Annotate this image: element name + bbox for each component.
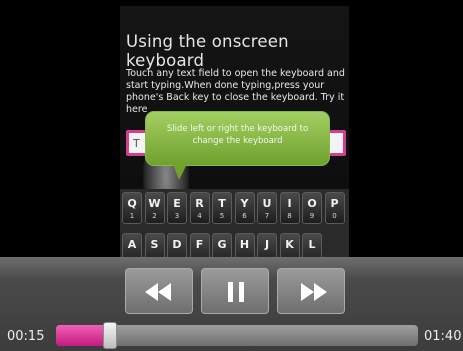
fast-forward-button[interactable] xyxy=(277,268,345,314)
key-number: 0 xyxy=(332,212,337,220)
video-player: Using the onscreen keyboard Touch any te… xyxy=(0,0,463,351)
key-number: 4 xyxy=(197,212,202,220)
key-letter: L xyxy=(308,238,316,251)
key-letter: F xyxy=(195,238,204,251)
rewind-icon xyxy=(145,283,171,301)
key-letter: H xyxy=(239,238,250,251)
key-letter: D xyxy=(172,238,182,251)
key-letter: I xyxy=(287,197,292,210)
key-t: T5 xyxy=(212,192,232,224)
key-number: 3 xyxy=(174,212,180,220)
key-y: Y6 xyxy=(234,192,255,224)
key-number: 6 xyxy=(242,212,247,220)
pause-icon xyxy=(228,282,244,302)
key-q: Q1 xyxy=(122,192,142,224)
key-u: U7 xyxy=(257,192,277,224)
key-letter: J xyxy=(264,238,270,251)
key-number: 5 xyxy=(219,212,225,220)
key-number: 7 xyxy=(264,212,270,220)
text-field-hint: T xyxy=(133,137,140,150)
video-title: Using the onscreen keyboard xyxy=(126,32,289,70)
seek-bar-thumb[interactable] xyxy=(103,322,117,349)
callout-text: Slide left or right the keyboard to chan… xyxy=(166,124,309,146)
seek-bar-progress xyxy=(56,325,110,346)
callout-bubble: Slide left or right the keyboard to chan… xyxy=(145,111,330,166)
key-i: I8 xyxy=(279,192,300,224)
fast-forward-icon xyxy=(301,283,327,301)
playback-controls: 00:15 01:40 xyxy=(0,257,463,351)
key-number: 2 xyxy=(152,212,157,220)
key-number: 8 xyxy=(287,212,292,220)
key-letter: E xyxy=(173,197,181,210)
seek-bar[interactable] xyxy=(56,322,418,349)
key-letter: K xyxy=(285,238,294,251)
key-letter: G xyxy=(217,238,227,251)
total-time: 01:40 xyxy=(424,329,462,344)
key-letter: R xyxy=(195,197,204,210)
key-letter: U xyxy=(262,197,272,210)
key-letter: W xyxy=(148,197,161,210)
key-letter: Q xyxy=(127,197,137,210)
key-number: 9 xyxy=(309,212,315,220)
key-e: E3 xyxy=(167,192,187,224)
key-letter: S xyxy=(150,238,159,251)
key-o: O9 xyxy=(302,192,322,224)
video-instructions: Touch any text field to open the keyboar… xyxy=(126,68,345,115)
key-letter: O xyxy=(307,197,317,210)
callout-tail xyxy=(173,164,187,180)
key-w: W2 xyxy=(144,192,165,224)
rewind-button[interactable] xyxy=(125,268,193,314)
key-letter: T xyxy=(218,197,226,210)
key-letter: P xyxy=(330,197,339,210)
keyboard-row-1: Q1W2E3R4T5Y6U7I8O9P0 xyxy=(122,192,347,224)
current-time: 00:15 xyxy=(7,329,45,344)
key-p: P0 xyxy=(324,192,345,224)
key-r: R4 xyxy=(189,192,210,224)
key-number: 1 xyxy=(129,212,135,220)
key-letter: Y xyxy=(240,197,249,210)
key-letter: A xyxy=(127,238,137,251)
pause-button[interactable] xyxy=(201,268,269,314)
